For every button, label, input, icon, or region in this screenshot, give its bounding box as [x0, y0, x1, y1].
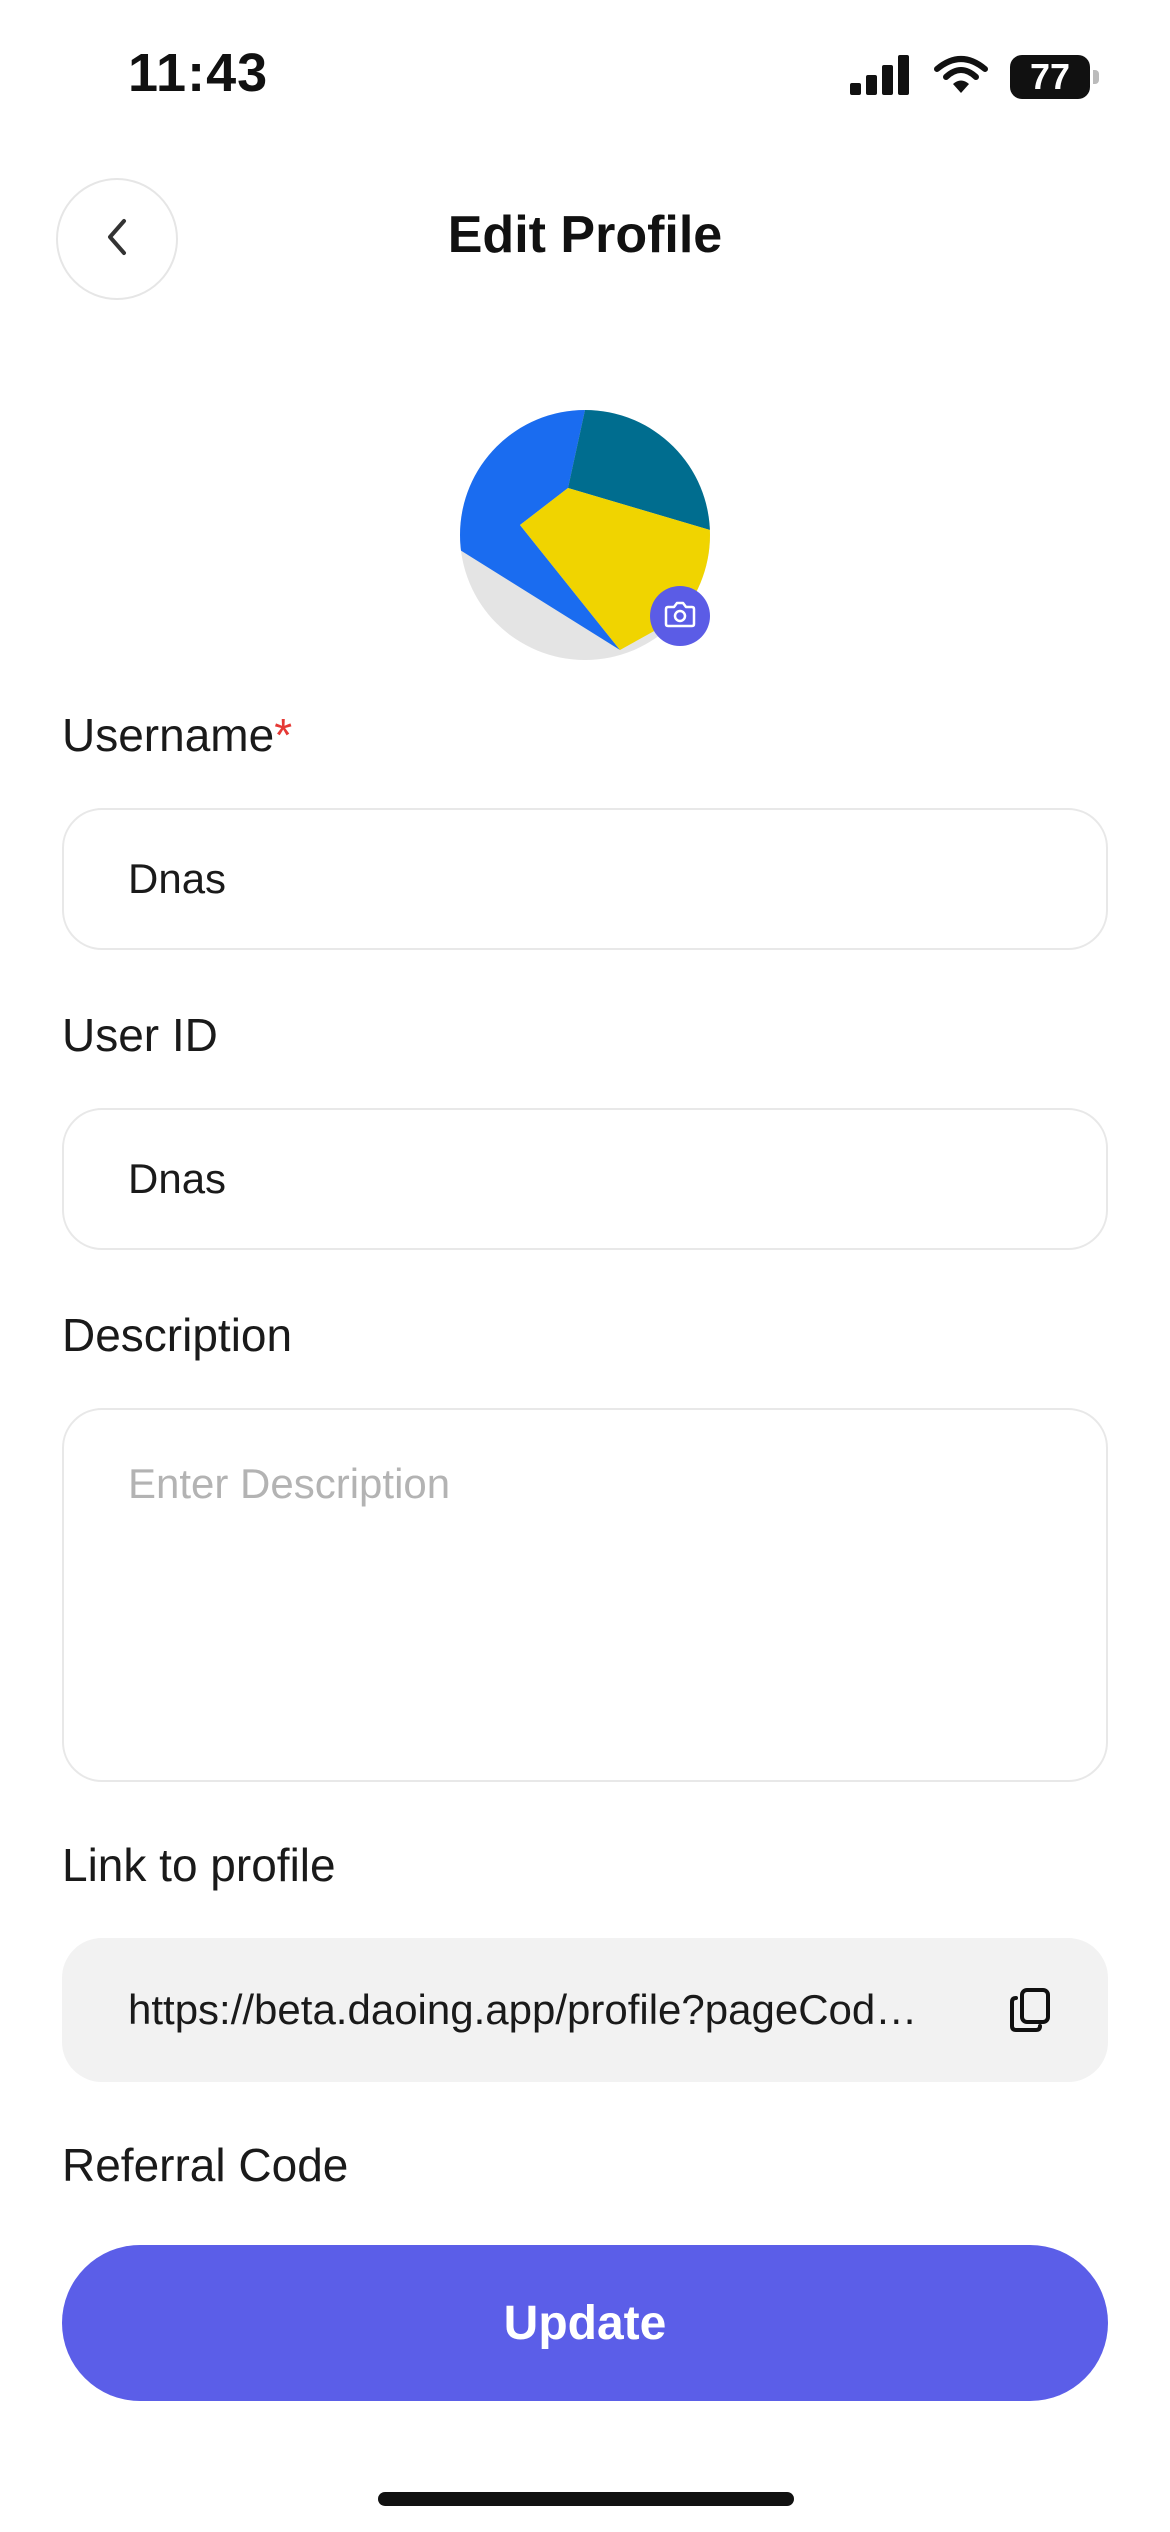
profile-link-value: https://beta.daoing.app/profile?pageCod… — [128, 1986, 918, 2033]
status-time: 11:43 — [128, 43, 269, 103]
username-value: Dnas — [128, 855, 227, 902]
battery-level: 77 — [1029, 56, 1071, 97]
description-label: Description — [62, 1309, 293, 1361]
copy-icon — [1008, 1986, 1052, 2039]
username-label-text: Username — [62, 709, 275, 761]
username-label: Username* — [62, 708, 292, 762]
user-id-field[interactable]: Dnas — [62, 1108, 1108, 1250]
user-id-value: Dnas — [128, 1155, 227, 1202]
profile-link-field: https://beta.daoing.app/profile?pageCod… — [62, 1938, 1108, 2082]
description-field[interactable]: Enter Description — [62, 1408, 1108, 1782]
battery-icon: 77 — [1010, 55, 1099, 99]
signal-icon — [850, 54, 912, 100]
home-indicator — [378, 2492, 794, 2506]
change-avatar-button[interactable] — [650, 586, 710, 646]
update-button[interactable]: Update — [62, 2245, 1108, 2401]
required-mark: * — [274, 709, 293, 761]
copy-link-button[interactable] — [1004, 1986, 1056, 2038]
link-label: Link to profile — [62, 1839, 336, 1891]
page-title: Edit Profile — [447, 206, 723, 264]
camera-icon — [664, 600, 696, 633]
user-id-label: User ID — [62, 1009, 218, 1061]
wifi-icon — [934, 55, 988, 100]
description-placeholder: Enter Description — [128, 1460, 451, 1507]
referral-label: Referral Code — [62, 2139, 349, 2191]
status-icons: 77 — [850, 52, 1099, 102]
username-field[interactable]: Dnas — [62, 808, 1108, 950]
